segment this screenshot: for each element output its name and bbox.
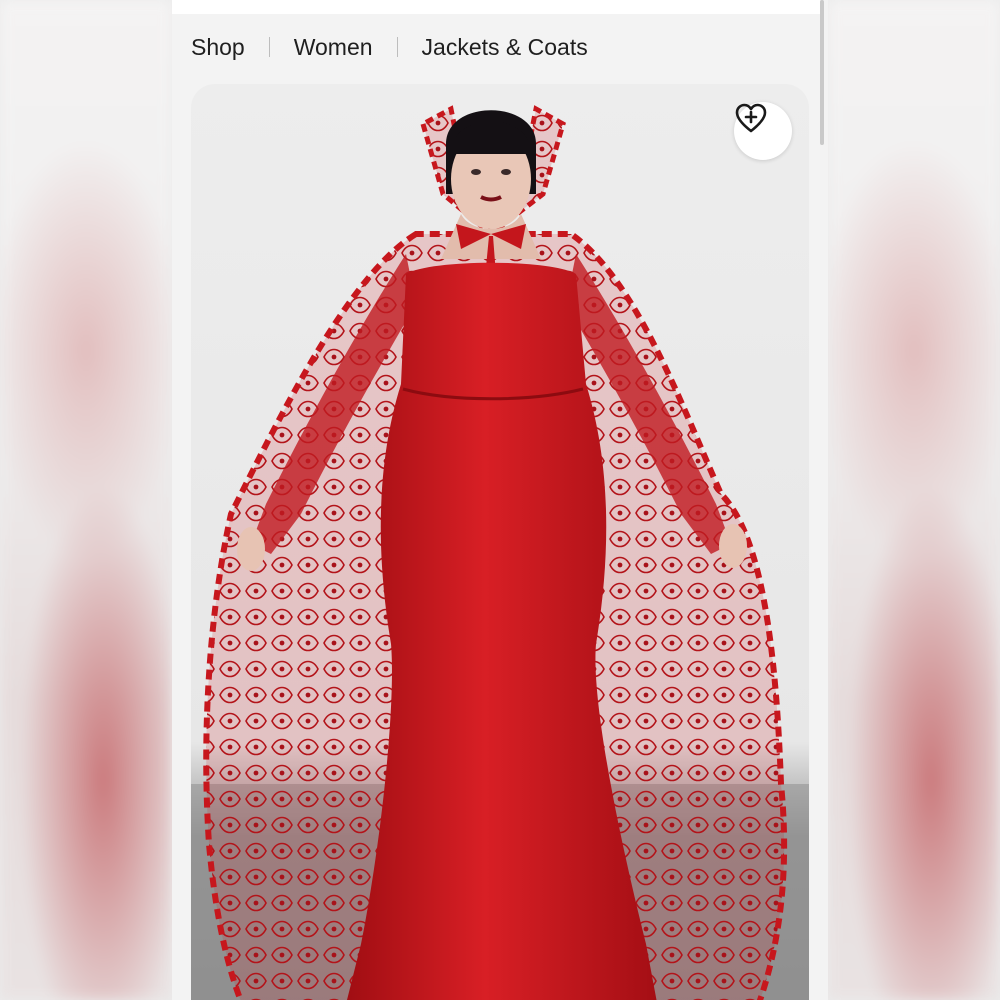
breadcrumb-separator [396,37,398,57]
app-screen: Shop Women Jackets & Coats [172,0,828,1000]
breadcrumb-shop[interactable]: Shop [191,34,245,61]
breadcrumb-women[interactable]: Women [294,34,373,61]
product-photo [191,105,809,1000]
product-image-card[interactable] [191,84,809,1000]
breadcrumb-separator [268,37,270,57]
heart-plus-icon [735,103,767,133]
top-bar [172,0,820,14]
backdrop-left [0,0,172,1000]
scrollbar[interactable] [820,0,824,145]
backdrop-right [828,0,1000,1000]
breadcrumb-jackets-coats[interactable]: Jackets & Coats [422,34,588,61]
breadcrumb: Shop Women Jackets & Coats [191,30,588,64]
wishlist-button[interactable] [734,102,792,160]
